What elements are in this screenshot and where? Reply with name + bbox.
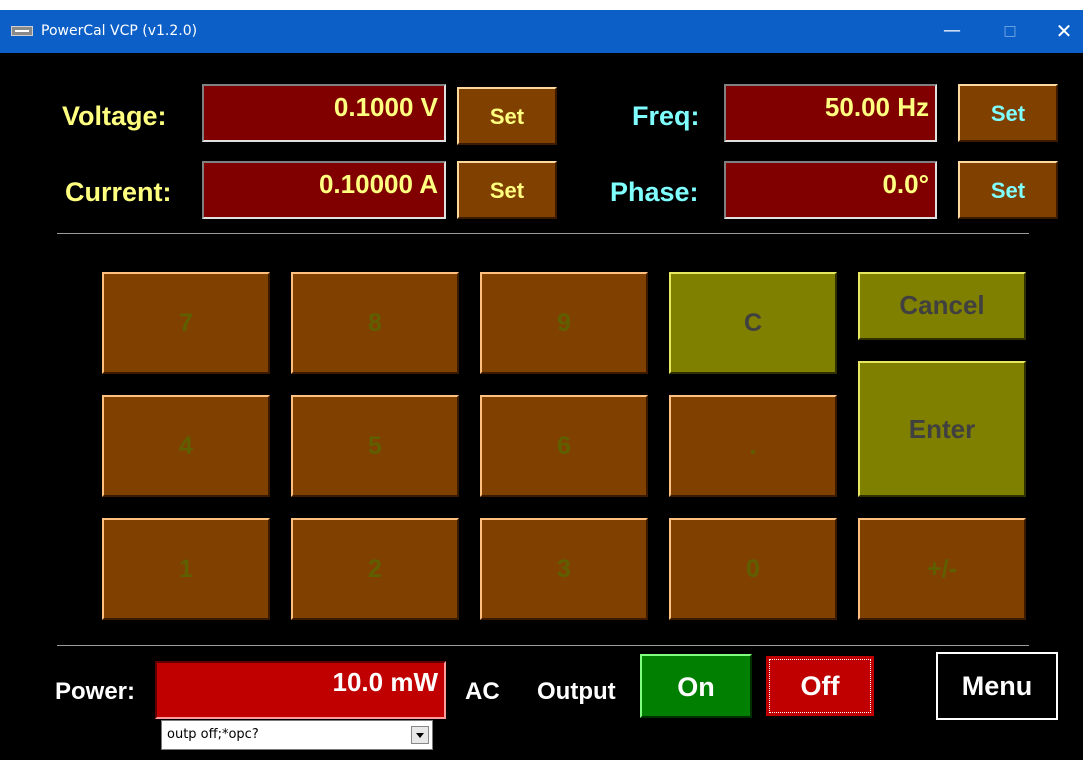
- current-label: Current:: [65, 177, 172, 207]
- key-5[interactable]: 5: [291, 395, 459, 497]
- key-4[interactable]: 4: [102, 395, 270, 497]
- maximize-button[interactable]: □: [996, 18, 1024, 44]
- key-7[interactable]: 7: [102, 272, 270, 374]
- current-set-button[interactable]: Set: [457, 161, 557, 219]
- chevron-down-icon[interactable]: [411, 726, 429, 744]
- output-on-button[interactable]: On: [640, 654, 752, 718]
- voltage-display[interactable]: 0.1000 V: [202, 84, 446, 142]
- key-0[interactable]: 0: [669, 518, 837, 620]
- ac-mode-label: AC: [465, 678, 500, 705]
- command-history-value: outp off;*opc?: [167, 727, 259, 742]
- key-8[interactable]: 8: [291, 272, 459, 374]
- current-display[interactable]: 0.10000 A: [202, 161, 446, 219]
- title-bar[interactable]: PowerCal VCP (v1.2.0) — □ ✕: [0, 10, 1083, 53]
- menu-button[interactable]: Menu: [936, 652, 1058, 720]
- freq-label: Freq:: [632, 101, 700, 131]
- minimize-button[interactable]: —: [938, 18, 966, 44]
- voltage-set-button[interactable]: Set: [457, 87, 557, 145]
- key-6[interactable]: 6: [480, 395, 648, 497]
- freq-display[interactable]: 50.00 Hz: [724, 84, 937, 142]
- enter-button[interactable]: Enter: [858, 361, 1026, 497]
- phase-label: Phase:: [610, 177, 699, 207]
- command-history-dropdown[interactable]: outp off;*opc?: [161, 720, 433, 750]
- bottom-separator: [57, 645, 1029, 646]
- key-9[interactable]: 9: [480, 272, 648, 374]
- power-label: Power:: [55, 678, 136, 705]
- top-separator: [57, 233, 1029, 234]
- sign-toggle-button[interactable]: +/-: [858, 518, 1026, 620]
- key-2[interactable]: 2: [291, 518, 459, 620]
- clear-button[interactable]: C: [669, 272, 837, 374]
- output-label: Output: [537, 678, 616, 705]
- window-title: PowerCal VCP (v1.2.0): [41, 23, 198, 39]
- power-display: 10.0 mW: [155, 661, 446, 719]
- key-1[interactable]: 1: [102, 518, 270, 620]
- cancel-button[interactable]: Cancel: [858, 272, 1026, 340]
- voltage-label: Voltage:: [62, 101, 167, 131]
- output-off-button[interactable]: Off: [764, 654, 876, 718]
- freq-set-button[interactable]: Set: [958, 84, 1058, 142]
- phase-set-button[interactable]: Set: [958, 161, 1058, 219]
- key-3[interactable]: 3: [480, 518, 648, 620]
- app-icon: [11, 26, 33, 36]
- phase-display[interactable]: 0.0°: [724, 161, 937, 219]
- close-button[interactable]: ✕: [1050, 18, 1078, 44]
- key-decimal-point[interactable]: .: [669, 395, 837, 497]
- app-window: PowerCal VCP (v1.2.0) — □ ✕ Voltage: 0.1…: [0, 10, 1083, 760]
